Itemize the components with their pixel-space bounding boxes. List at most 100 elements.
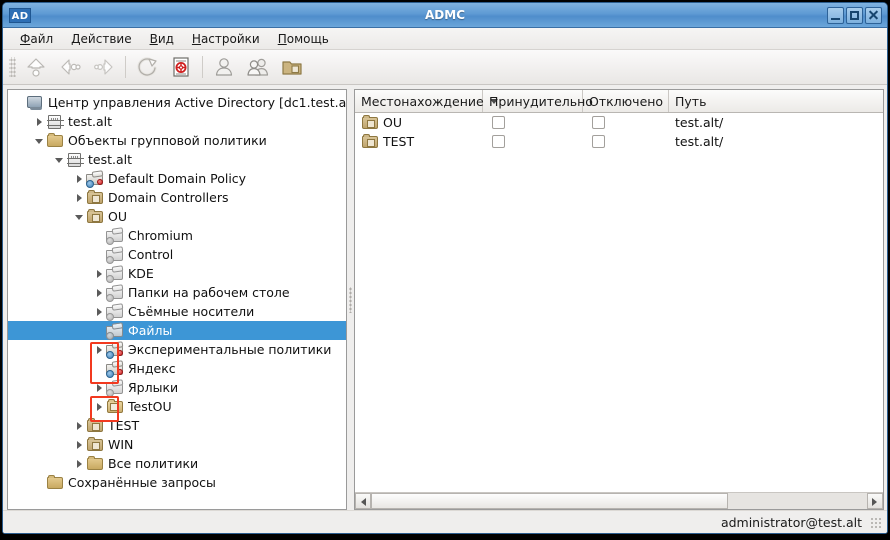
cell-disabled [583, 132, 669, 151]
tree-item-10[interactable]: Папки на рабочем столе [8, 283, 346, 302]
chevron-right-icon[interactable] [94, 306, 105, 317]
results-list-body[interactable]: OUtest.alt/TESTtest.alt/ [355, 113, 883, 492]
ou-folder-icon[interactable] [275, 52, 309, 82]
menu-action[interactable]: Действие [62, 30, 140, 48]
user-icon[interactable] [207, 52, 241, 82]
enforced-checkbox[interactable] [492, 135, 505, 148]
tree-item-label: Папки на рабочем столе [128, 283, 290, 302]
tree-item-label: TestOU [128, 397, 172, 416]
gpo-icon [106, 228, 124, 244]
tree-item-18[interactable]: WIN [8, 435, 346, 454]
chevron-down-icon[interactable] [74, 211, 85, 222]
computer-icon [26, 95, 44, 111]
navigation-tree-pane[interactable]: Центр управления Active Directory [dc1.t… [7, 89, 347, 510]
tree-item-9[interactable]: KDE [8, 264, 346, 283]
tree-item-17[interactable]: TEST [8, 416, 346, 435]
chevron-right-icon[interactable] [34, 116, 45, 127]
disabled-checkbox[interactable] [592, 116, 605, 129]
navigation-tree: Центр управления Active Directory [dc1.t… [8, 90, 346, 492]
ou-icon [86, 437, 104, 453]
tree-item-2[interactable]: Объекты групповой политики [8, 131, 346, 150]
chevron-right-icon[interactable] [74, 192, 85, 203]
chevron-down-icon[interactable] [54, 154, 65, 165]
chevron-right-icon[interactable] [94, 401, 105, 412]
tree-item-label: Control [128, 245, 173, 264]
tree-item-14[interactable]: Яндекс [8, 359, 346, 378]
tree-item-0[interactable]: Центр управления Active Directory [dc1.t… [8, 93, 346, 112]
column-header-3[interactable]: Путь [669, 90, 883, 112]
tree-item-16[interactable]: TestOU [8, 397, 346, 416]
menu-help[interactable]: Помощь [269, 30, 338, 48]
table-row[interactable]: TESTtest.alt/ [355, 132, 883, 151]
chevron-right-icon[interactable] [94, 382, 105, 393]
menu-view[interactable]: Вид [141, 30, 183, 48]
results-list-pane[interactable]: МестонахождениеПринудительноОтключеноПут… [354, 89, 884, 510]
chevron-right-icon[interactable] [74, 420, 85, 431]
tree-item-3[interactable]: test.alt [8, 150, 346, 169]
menu-view-rest: ид [158, 32, 174, 46]
tree-item-8[interactable]: Control [8, 245, 346, 264]
tree-item-13[interactable]: Экспериментальные политики [8, 340, 346, 359]
menu-file[interactable]: Файл [11, 30, 62, 48]
title-bar[interactable]: AD ADMC [3, 3, 887, 28]
chevron-right-icon[interactable] [74, 458, 85, 469]
window-controls [827, 7, 882, 24]
chevron-right-icon[interactable] [94, 287, 105, 298]
cell-location: OU [355, 113, 483, 132]
chevron-right-icon[interactable] [94, 344, 105, 355]
pane-splitter[interactable] [347, 89, 354, 510]
ou-icon [86, 190, 104, 206]
chevron-right-icon[interactable] [94, 268, 105, 279]
chevron-right-icon[interactable] [74, 439, 85, 450]
window-resize-grip-icon[interactable] [869, 516, 881, 528]
chevron-down-icon[interactable] [34, 135, 45, 146]
tree-item-5[interactable]: Domain Controllers [8, 188, 346, 207]
maximize-button[interactable] [846, 7, 863, 24]
tree-item-label: Экспериментальные политики [128, 340, 331, 359]
close-button[interactable] [865, 7, 882, 24]
policy-document-icon[interactable] [164, 52, 198, 82]
tree-item-label: Сохранённые запросы [68, 473, 216, 492]
scroll-left-button[interactable] [355, 493, 371, 509]
scroll-trough[interactable] [371, 493, 867, 509]
refresh-icon[interactable] [130, 52, 164, 82]
disabled-checkbox[interactable] [592, 135, 605, 148]
tree-item-19[interactable]: Все политики [8, 454, 346, 473]
ou-icon [86, 418, 104, 434]
column-header-0[interactable]: Местонахождение [355, 90, 483, 112]
gpo-icon [106, 380, 124, 396]
tree-item-1[interactable]: test.alt [8, 112, 346, 131]
tree-no-arrow [14, 97, 25, 108]
menu-file-rest: айл [30, 32, 53, 46]
domain-icon [66, 152, 84, 168]
column-header-1[interactable]: Принудительно [483, 90, 583, 112]
tree-item-label: OU [108, 207, 127, 226]
back-arrow-icon[interactable] [53, 52, 87, 82]
tree-no-arrow [94, 363, 105, 374]
toolbar-grip[interactable] [9, 57, 16, 77]
tree-item-11[interactable]: Съёмные носители [8, 302, 346, 321]
tree-item-7[interactable]: Chromium [8, 226, 346, 245]
minimize-button[interactable] [827, 7, 844, 24]
results-horizontal-scrollbar[interactable] [355, 492, 883, 509]
chevron-right-icon[interactable] [74, 173, 85, 184]
enforced-checkbox[interactable] [492, 116, 505, 129]
tree-item-12[interactable]: Файлы [8, 321, 346, 340]
status-bar: administrator@test.alt [3, 510, 887, 533]
users-group-icon[interactable] [241, 52, 275, 82]
gpo-icon [106, 266, 124, 282]
up-arrow-icon[interactable] [19, 52, 53, 82]
table-row[interactable]: OUtest.alt/ [355, 113, 883, 132]
forward-arrow-icon[interactable] [87, 52, 121, 82]
tree-item-label: Съёмные носители [128, 302, 254, 321]
scroll-right-button[interactable] [867, 493, 883, 509]
cell-enforced [483, 132, 583, 151]
tree-item-15[interactable]: Ярлыки [8, 378, 346, 397]
menu-settings[interactable]: Настройки [183, 30, 269, 48]
column-header-2[interactable]: Отключено [583, 90, 669, 112]
scroll-thumb[interactable] [371, 493, 728, 509]
tree-item-20[interactable]: Сохранённые запросы [8, 473, 346, 492]
tree-item-6[interactable]: OU [8, 207, 346, 226]
tree-no-arrow [34, 477, 45, 488]
tree-item-4[interactable]: Default Domain Policy [8, 169, 346, 188]
